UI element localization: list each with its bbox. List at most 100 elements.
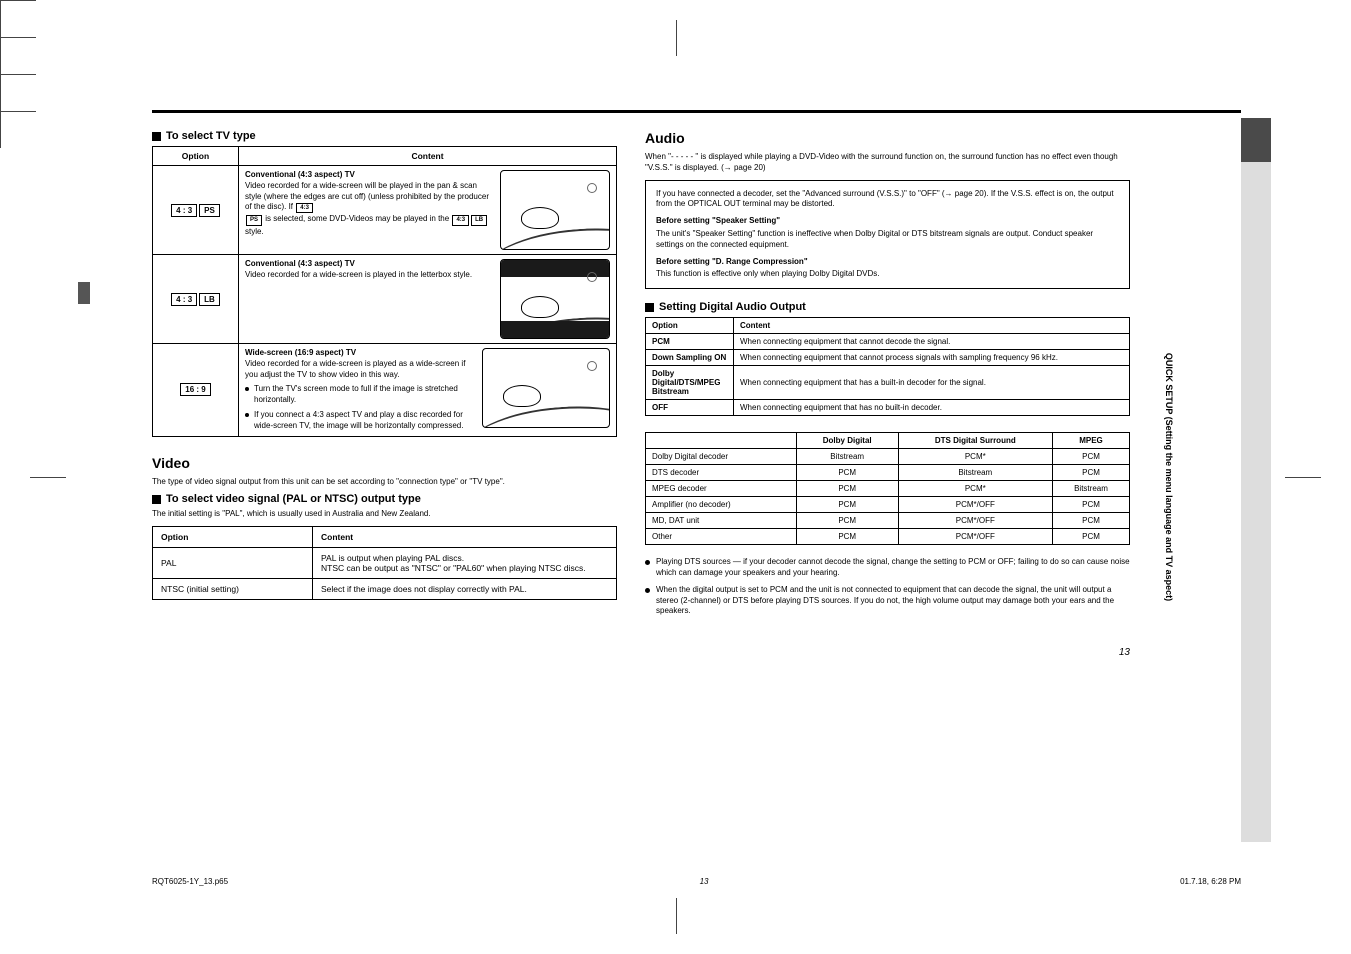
footer-date: 01.7.18, 6:28 PM — [1180, 877, 1241, 886]
lr43: PCM — [1053, 513, 1130, 529]
right-column: Audio When "- - - - - " is displayed whi… — [645, 130, 1130, 658]
lr40: MD, DAT unit — [646, 513, 797, 529]
digital-output-table: OptionContent PCMWhen connecting equipme… — [645, 317, 1130, 416]
tv-type-table: Option Content 4 : 3PS Conventional (4:3… — [152, 146, 617, 437]
w169-b1: Turn the TV's screen mode to full if the… — [254, 384, 474, 406]
lr21: PCM — [796, 481, 898, 497]
ntsc-cell: NTSC (initial setting) — [153, 579, 313, 600]
ps-title: Conventional (4:3 aspect) TV — [245, 170, 355, 179]
pal-ntsc-table: Option Content PAL PAL is output when pl… — [152, 526, 617, 600]
lr41: PCM — [796, 513, 898, 529]
ibox-h3: Before setting "D. Range Compression" — [656, 257, 1119, 268]
drow-0-0: PCM — [646, 334, 734, 350]
lhdr-3: MPEG — [1053, 433, 1130, 449]
lr02: PCM* — [898, 449, 1052, 465]
lr51: PCM — [796, 529, 898, 545]
square-bullet-icon — [152, 132, 161, 141]
tv-image-wide — [482, 348, 610, 428]
ntsc-desc: Select if the image does not display cor… — [313, 579, 617, 600]
lr10: DTS decoder — [646, 465, 797, 481]
lr03: PCM — [1053, 449, 1130, 465]
lb-title: Conventional (4:3 aspect) TV — [245, 259, 355, 268]
lr30: Amplifier (no decoder) — [646, 497, 797, 513]
audio-intro: When "- - - - - " is displayed while pla… — [645, 152, 1130, 174]
bullet-icon — [645, 560, 650, 565]
lr01: Bitstream — [796, 449, 898, 465]
ps-body-2: is selected, some DVD-Videos may be play… — [265, 214, 449, 223]
lr00: Dolby Digital decoder — [646, 449, 797, 465]
lr31: PCM — [796, 497, 898, 513]
tv-col-content: Content — [239, 147, 617, 166]
bullet-icon — [245, 413, 249, 417]
drow-1-0: Down Sampling ON — [646, 350, 734, 366]
note-0: Playing DTS sources — if your decoder ca… — [656, 557, 1130, 579]
side-tab-light — [1241, 162, 1271, 842]
page-frame: QUICK SETUP (Setting the menu language a… — [80, 60, 1241, 894]
tv-heading: To select TV type — [152, 130, 617, 142]
audio-title: Audio — [645, 130, 1130, 146]
square-bullet-icon — [645, 303, 654, 312]
lr50: Other — [646, 529, 797, 545]
ps-body-1: Video recorded for a wide-screen will be… — [245, 181, 489, 212]
drow-2-0: Dolby Digital/DTS/MPEG Bitstream — [646, 366, 734, 400]
inline-4-3-icon: 4:3 — [296, 203, 313, 213]
ps-icon: PS — [199, 204, 220, 217]
pal-content: Content — [313, 527, 617, 548]
lr53: PCM — [1053, 529, 1130, 545]
lr23: Bitstream — [1053, 481, 1130, 497]
video-title: Video — [152, 455, 617, 471]
ratio-4-3-icon-2: 4 : 3 — [171, 293, 197, 306]
drow-3-1: When connecting equipment that has no bu… — [734, 400, 1130, 416]
video-intro: The type of video signal output from thi… — [152, 477, 617, 488]
drow-2-1: When connecting equipment that has a bui… — [734, 366, 1130, 400]
inline-4-3-icon-2: 4:3 — [452, 215, 469, 225]
lr20: MPEG decoder — [646, 481, 797, 497]
footer-file: RQT6025-1Y_13.p65 — [152, 877, 228, 886]
pal-option: Option — [153, 527, 313, 548]
left-column: To select TV type Option Content 4 : 3PS — [152, 130, 617, 658]
recommendation-table: Dolby Digital DTS Digital Surround MPEG … — [645, 432, 1130, 545]
tv-image-letterbox — [500, 259, 610, 339]
lr11: PCM — [796, 465, 898, 481]
ibox-line2: The unit's "Speaker Setting" function is… — [656, 229, 1093, 249]
inline-ps-icon: PS — [246, 215, 262, 225]
w169-body: Video recorded for a wide-screen is play… — [245, 359, 465, 379]
drow-3-0: OFF — [646, 400, 734, 416]
lhdr-2: DTS Digital Surround — [898, 433, 1052, 449]
ibox-h2: Before setting "Speaker Setting" — [656, 216, 1119, 227]
video-post-note: The initial setting is "PAL", which is u… — [152, 509, 617, 520]
video-heading: To select video signal (PAL or NTSC) out… — [152, 493, 617, 505]
pal-cell: PAL — [153, 548, 313, 579]
side-tab-dark — [1241, 118, 1271, 162]
lr52: PCM*/OFF — [898, 529, 1052, 545]
audio-info-box: If you have connected a decoder, set the… — [645, 180, 1130, 290]
lr42: PCM*/OFF — [898, 513, 1052, 529]
footer: RQT6025-1Y_13.p65 13 01.7.18, 6:28 PM — [152, 877, 1241, 886]
tv-image-panscan — [500, 170, 610, 250]
ibox-line1: If you have connected a decoder, set the… — [656, 189, 989, 198]
footer-page: 13 — [700, 877, 709, 886]
ratio-4-3-icon: 4 : 3 — [171, 204, 197, 217]
lb-icon: LB — [199, 293, 220, 306]
ibox-line3: This function is effective only when pla… — [656, 269, 880, 278]
top-rule — [152, 110, 1241, 122]
ps-body-3: style. — [245, 227, 264, 236]
lr33: PCM — [1053, 497, 1130, 513]
w169-b2: If you connect a 4:3 aspect TV and play … — [254, 410, 474, 432]
lr12: Bitstream — [898, 465, 1052, 481]
lr32: PCM*/OFF — [898, 497, 1052, 513]
tv-col-option: Option — [153, 147, 239, 166]
lr22: PCM* — [898, 481, 1052, 497]
w169-title: Wide-screen (16:9 aspect) TV — [245, 348, 356, 357]
inline-lb-icon: LB — [471, 215, 487, 225]
page-number: 13 — [645, 647, 1130, 658]
ratio-16-9-icon: 16 : 9 — [180, 383, 210, 396]
bullet-icon — [245, 387, 249, 391]
bullet-icon — [645, 588, 650, 593]
drow-0-1: When connecting equipment that cannot de… — [734, 334, 1130, 350]
audio-notes: Playing DTS sources — if your decoder ca… — [645, 557, 1130, 617]
drow-1-1: When connecting equipment that cannot pr… — [734, 350, 1130, 366]
note-1: When the digital output is set to PCM an… — [656, 585, 1130, 617]
digital-heading: Setting Digital Audio Output — [645, 301, 1130, 313]
lhdr-1: Dolby Digital — [796, 433, 898, 449]
